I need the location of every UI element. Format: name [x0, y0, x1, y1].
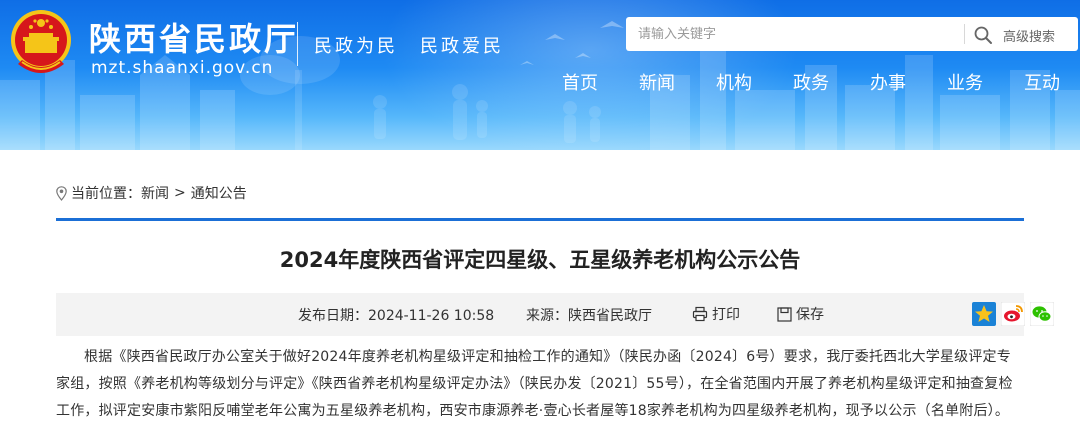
nav-item-business[interactable]: 业务 [947, 70, 1024, 98]
source-label: 来源： [526, 308, 568, 324]
article-title: 2024年度陕西省评定四星级、五星级养老机构公示公告 [279, 248, 801, 272]
search-input[interactable] [626, 17, 962, 51]
breadcrumb-link-news[interactable]: 新闻 [141, 183, 169, 203]
nav-item-news[interactable]: 新闻 [639, 70, 716, 98]
search-box: 高级搜索 [626, 17, 1078, 51]
nav-item-services[interactable]: 办事 [870, 70, 947, 98]
site-title: 陕西省民政厅 [89, 20, 300, 58]
search-divider [964, 24, 965, 44]
slogan: 民政为民 民政爱民 [314, 32, 504, 58]
location-pin-icon [56, 185, 67, 201]
print-button[interactable]: 打印 [692, 304, 740, 324]
slogan-part-2: 民政爱民 [420, 36, 504, 57]
national-emblem-logo [11, 10, 71, 73]
article-body: 根据《陕西省民政厅办公室关于做好2024年度养老机构星级评定和抽检工作的通知》（… [56, 349, 1013, 419]
publish-date: 发布日期：2024-11-26 10:58 [298, 305, 494, 325]
print-label: 打印 [712, 307, 740, 323]
nav-item-interaction[interactable]: 互动 [1024, 70, 1080, 98]
site-url: mzt.shaanxi.gov.cn [91, 58, 274, 78]
weibo-share-icon[interactable] [1001, 302, 1025, 326]
breadcrumb: 当前位置： 新闻 > 通知公告 [56, 183, 247, 203]
qzone-share-icon[interactable] [972, 302, 996, 326]
nav-item-home[interactable]: 首页 [562, 70, 639, 98]
header-divider [297, 22, 298, 66]
save-button[interactable]: 保存 [777, 304, 824, 324]
wechat-share-icon[interactable] [1030, 302, 1054, 326]
article-meta-bar: 发布日期：2024-11-26 10:58 来源：陕西省民政厅 打印 保存 [56, 293, 1054, 336]
breadcrumb-separator: > [174, 185, 186, 201]
printer-icon [692, 306, 708, 322]
nav-item-organization[interactable]: 机构 [716, 70, 793, 98]
publish-date-label: 发布日期： [298, 308, 368, 324]
slogan-part-1: 民政为民 [314, 36, 398, 57]
source-value: 陕西省民政厅 [568, 308, 652, 324]
site-header: 陕西省民政厅 mzt.shaanxi.gov.cn 民政为民民政爱民 高级搜索 … [0, 0, 1080, 150]
save-label: 保存 [796, 307, 824, 323]
nav-item-government-affairs[interactable]: 政务 [793, 70, 870, 98]
search-icon[interactable] [973, 25, 993, 45]
section-divider [56, 218, 1024, 221]
breadcrumb-label: 当前位置： [71, 186, 141, 202]
article-source: 来源：陕西省民政厅 [526, 305, 652, 325]
advanced-search-link[interactable]: 高级搜索 [1003, 26, 1055, 45]
publish-date-value: 2024-11-26 10:58 [368, 308, 495, 324]
main-nav: 首页 新闻 机构 政务 办事 业务 互动 [562, 70, 1080, 98]
save-icon [777, 306, 792, 322]
breadcrumb-link-notices[interactable]: 通知公告 [191, 183, 247, 203]
